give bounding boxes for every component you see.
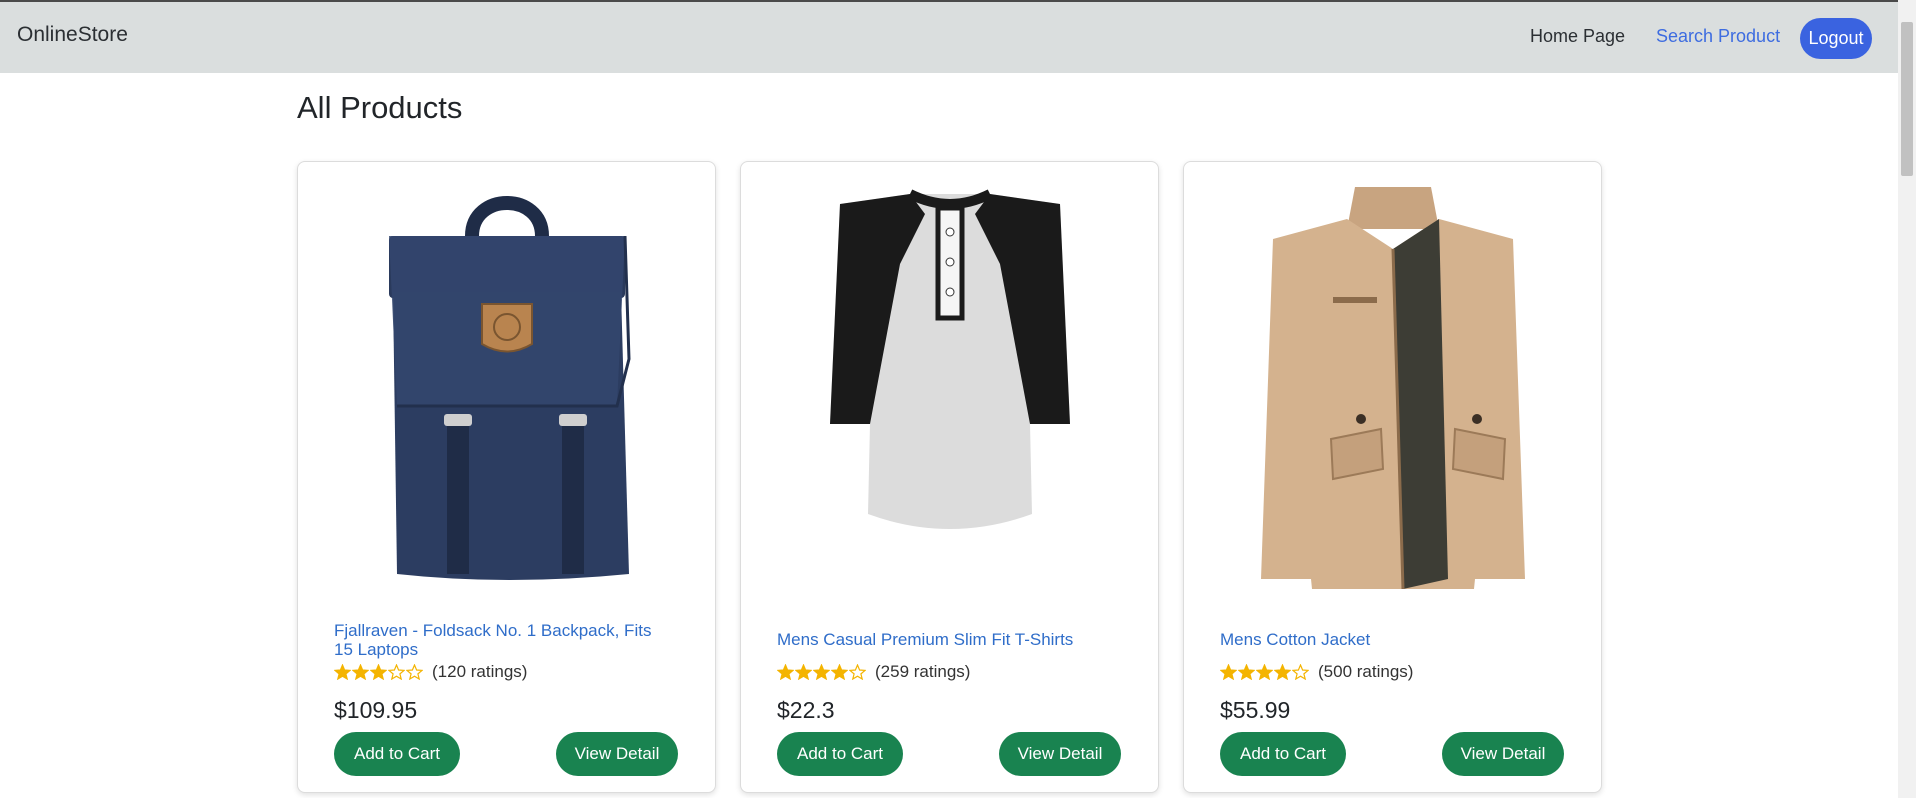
brand-logo-link[interactable]: OnlineStore	[17, 23, 128, 47]
product-image	[1220, 184, 1565, 589]
star-rating	[777, 664, 867, 680]
product-card: Mens Cotton Jacket (500 ratings) $55.99 …	[1183, 161, 1602, 793]
star-filled-icon	[1238, 664, 1255, 680]
product-price: $22.3	[777, 697, 835, 723]
nav-home-link[interactable]: Home Page	[1530, 26, 1625, 47]
view-detail-button[interactable]: View Detail	[999, 732, 1121, 776]
product-price: $55.99	[1220, 697, 1291, 723]
page-title: All Products	[297, 90, 463, 125]
rating-count: (120 ratings)	[432, 662, 528, 681]
product-rating: (120 ratings)	[334, 662, 527, 682]
navbar: OnlineStore Home Page Search Product Log…	[0, 2, 1898, 73]
nav-search-product-link[interactable]: Search Product	[1656, 26, 1780, 47]
add-to-cart-button[interactable]: Add to Cart	[777, 732, 903, 776]
product-card: Mens Casual Premium Slim Fit T-Shirts (2…	[740, 161, 1159, 793]
product-title-link[interactable]: Mens Casual Premium Slim Fit T-Shirts	[777, 630, 1117, 649]
logout-button[interactable]: Logout	[1800, 18, 1872, 59]
jacket-icon	[1260, 187, 1525, 589]
rating-count: (500 ratings)	[1318, 662, 1414, 681]
star-filled-icon	[1274, 664, 1291, 680]
product-title-link[interactable]: Fjallraven - Foldsack No. 1 Backpack, Fi…	[334, 621, 674, 659]
star-filled-icon	[795, 664, 812, 680]
star-rating	[334, 664, 424, 680]
product-title-link[interactable]: Mens Cotton Jacket	[1220, 630, 1560, 649]
add-to-cart-button[interactable]: Add to Cart	[1220, 732, 1346, 776]
tshirt-icon	[829, 189, 1070, 529]
view-detail-button[interactable]: View Detail	[1442, 732, 1564, 776]
product-card: Fjallraven - Foldsack No. 1 Backpack, Fi…	[297, 161, 716, 793]
backpack-icon	[388, 196, 631, 580]
product-rating: (259 ratings)	[777, 662, 970, 682]
scrollbar-thumb[interactable]	[1901, 22, 1913, 176]
page-scrollbar[interactable]	[1898, 0, 1916, 798]
star-filled-icon	[831, 664, 848, 680]
star-filled-icon	[370, 664, 387, 680]
star-filled-icon	[352, 664, 369, 680]
product-image	[334, 184, 679, 584]
star-empty-icon	[388, 664, 405, 680]
rating-count: (259 ratings)	[875, 662, 971, 681]
star-filled-icon	[777, 664, 794, 680]
star-rating	[1220, 664, 1310, 680]
product-image	[777, 184, 1122, 584]
view-detail-button[interactable]: View Detail	[556, 732, 678, 776]
product-price: $109.95	[334, 697, 418, 723]
product-rating: (500 ratings)	[1220, 662, 1413, 682]
star-empty-icon	[849, 664, 866, 680]
star-filled-icon	[813, 664, 830, 680]
star-filled-icon	[334, 664, 351, 680]
star-empty-icon	[1292, 664, 1309, 680]
star-filled-icon	[1256, 664, 1273, 680]
star-filled-icon	[1220, 664, 1237, 680]
star-empty-icon	[406, 664, 423, 680]
add-to-cart-button[interactable]: Add to Cart	[334, 732, 460, 776]
